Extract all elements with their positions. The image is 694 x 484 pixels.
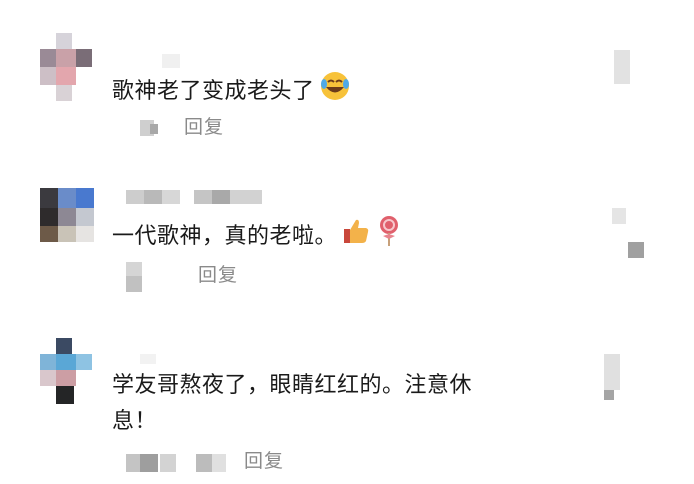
blur-fragment — [140, 354, 156, 364]
reply-button[interactable]: 回复 — [198, 260, 238, 287]
comment-1: 歌神老了变成老头了 回复 — [0, 0, 694, 150]
lollipop-emoji — [375, 214, 403, 260]
blur-fragment — [162, 54, 180, 68]
comment-text-line-2: 息！ — [112, 409, 158, 434]
comment-text-line-1: 学友哥熬夜了，眼睛红红的。注意休 — [112, 373, 473, 398]
avatar[interactable] — [40, 338, 96, 410]
comment-text: 一代歌神，真的老啦。 — [112, 214, 403, 260]
thumbs-up-emoji — [341, 216, 371, 258]
username-blurred[interactable] — [126, 190, 266, 204]
comment-3: 学友哥熬夜了，眼睛红红的。注意休 息！ 回复 — [0, 300, 694, 484]
comment-2: 一代歌神，真的老啦。 回复 — [0, 150, 694, 300]
comment-text: 歌神老了变成老头了 — [112, 70, 351, 114]
avatar[interactable] — [40, 188, 96, 260]
reply-button[interactable]: 回复 — [184, 112, 224, 139]
comment-text: 学友哥熬夜了，眼睛红红的。注意休 息！ — [112, 368, 472, 440]
reply-button[interactable]: 回复 — [244, 446, 284, 473]
laughing-tears-emoji — [319, 70, 351, 114]
avatar[interactable] — [40, 33, 96, 105]
